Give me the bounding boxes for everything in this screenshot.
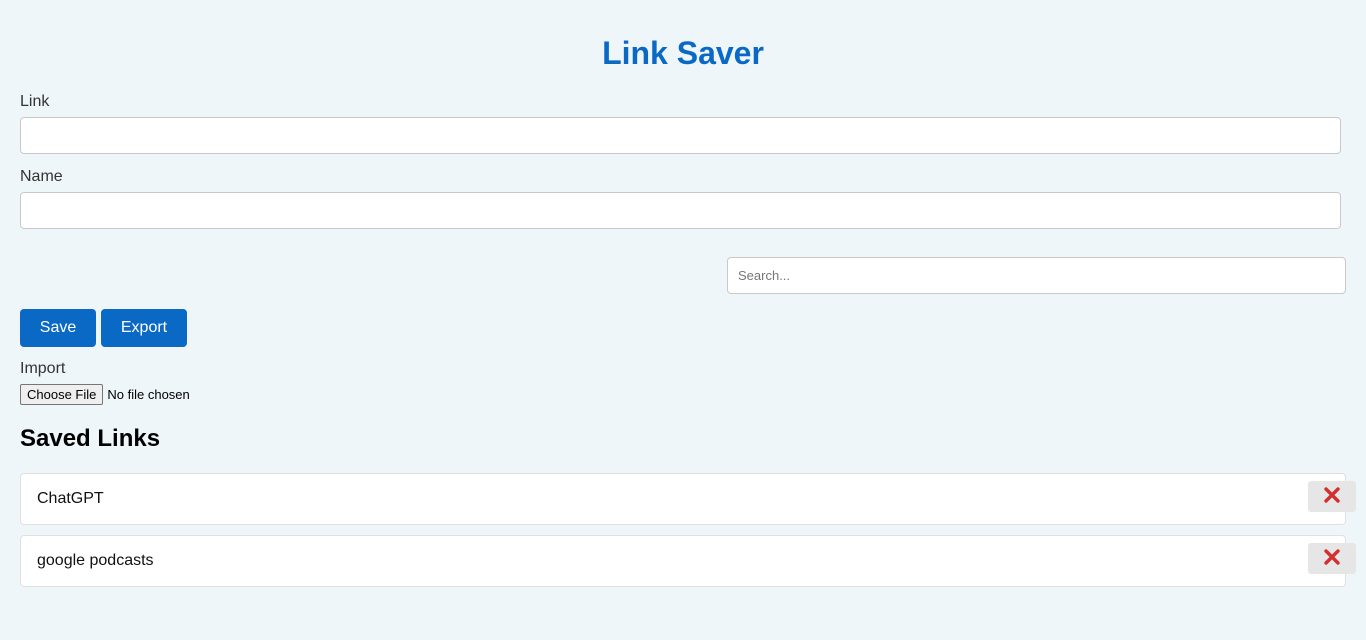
saved-links-heading: Saved Links	[20, 425, 161, 452]
link-input[interactable]	[20, 117, 1341, 154]
link-item: ChatGPT	[20, 473, 1356, 525]
delete-link-button[interactable]	[1308, 543, 1356, 574]
choose-file-button[interactable]: Choose File	[20, 384, 104, 405]
red-x-icon	[1323, 486, 1341, 507]
name-input[interactable]	[20, 192, 1341, 229]
name-label: Name	[20, 168, 63, 185]
link-item: google podcasts	[20, 535, 1356, 587]
file-status: No file chosen	[107, 387, 190, 402]
delete-link-button[interactable]	[1308, 481, 1356, 512]
link-item-name[interactable]: ChatGPT	[37, 474, 104, 524]
saved-links-list: ChatGPT google podcasts	[20, 473, 1356, 597]
red-x-icon	[1323, 548, 1341, 569]
page-title: Link Saver	[602, 35, 764, 71]
link-label: Link	[20, 93, 50, 110]
link-item-name[interactable]: google podcasts	[37, 536, 154, 586]
import-file-input[interactable]: Choose File No file chosen	[20, 384, 190, 405]
export-button[interactable]: Export	[101, 309, 187, 347]
save-button[interactable]: Save	[20, 309, 96, 347]
search-input[interactable]	[727, 257, 1346, 294]
import-label: Import	[20, 360, 66, 377]
